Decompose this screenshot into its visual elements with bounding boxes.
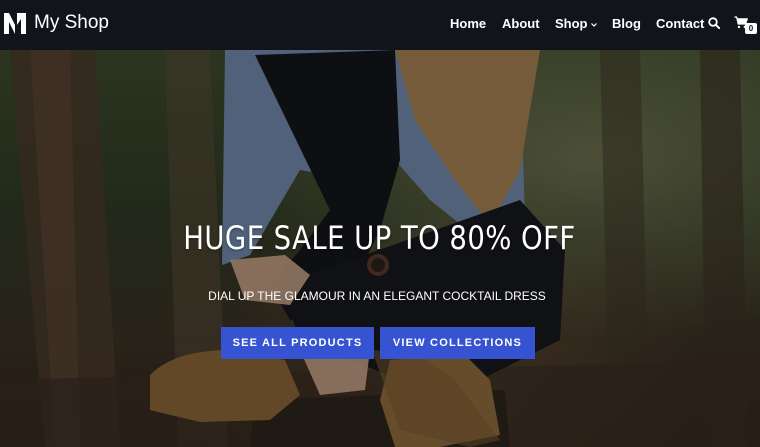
nav-item-blog[interactable]: Blog bbox=[612, 16, 641, 32]
cart-count-badge[interactable]: 0 bbox=[745, 23, 757, 34]
hero-subtitle: DIAL UP THE GLAMOUR IN AN ELEGANT COCKTA… bbox=[208, 289, 546, 303]
hero-banner: HUGE SALE UP TO 80% OFF DIAL UP THE GLAM… bbox=[0, 50, 760, 447]
hero-title: HUGE SALE UP TO 80% OFF bbox=[183, 219, 576, 257]
nav-item-contact[interactable]: Contact bbox=[656, 16, 704, 32]
search-icon[interactable] bbox=[708, 17, 720, 29]
view-collections-button[interactable]: VIEW COLLECTIONS bbox=[380, 327, 535, 359]
nav-item-about[interactable]: About bbox=[502, 16, 540, 32]
nav-item-shop[interactable]: Shop bbox=[555, 16, 597, 32]
nav-item-home[interactable]: Home bbox=[450, 16, 486, 32]
site-header: My Shop Home About Shop Blog Contact 0 bbox=[0, 0, 760, 50]
site-title[interactable]: My Shop bbox=[34, 11, 109, 35]
see-all-products-button[interactable]: SEE ALL PRODUCTS bbox=[221, 327, 374, 359]
shop-logo-icon[interactable] bbox=[4, 13, 26, 34]
chevron-down-icon bbox=[590, 23, 597, 27]
nav-item-shop-label: Shop bbox=[555, 16, 588, 31]
